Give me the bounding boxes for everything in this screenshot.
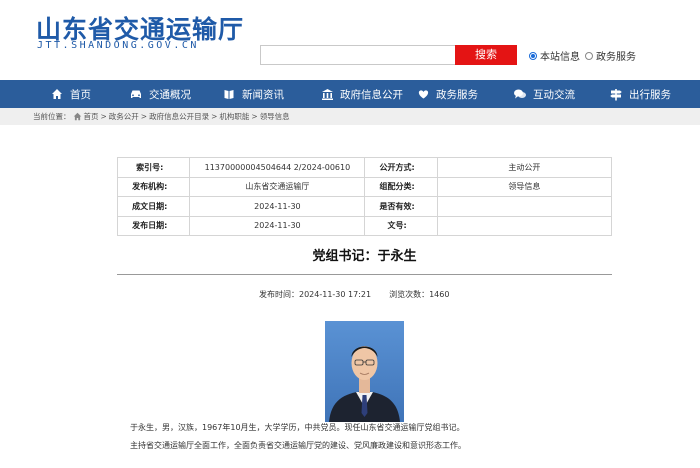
leader-portrait — [325, 321, 404, 422]
home-icon — [73, 112, 82, 121]
meta-key: 索引号: — [116, 157, 191, 178]
breadcrumb-item-home[interactable]: 首页 — [84, 111, 99, 122]
home-icon — [50, 87, 64, 101]
meta-key: 发布机构: — [116, 176, 191, 197]
nav-item-gov-services[interactable]: 政务服务 — [416, 80, 478, 108]
table-row: 发布日期: 2024-11-30 文号: — [116, 215, 613, 236]
breadcrumb-separator: > — [100, 112, 107, 121]
nav-item-label: 出行服务 — [629, 88, 671, 101]
breadcrumb-separator: > — [211, 112, 218, 121]
signpost-icon — [609, 87, 623, 101]
meta-key: 成文日期: — [116, 196, 191, 217]
portrait-illustration — [325, 321, 404, 422]
document-meta-table: 索引号: 11370000004504644 2/2024-00610 公开方式… — [116, 157, 613, 236]
meta-key: 公开方式: — [364, 157, 438, 178]
table-row: 索引号: 11370000004504644 2/2024-00610 公开方式… — [116, 157, 613, 178]
nav-item-interaction[interactable]: 互动交流 — [513, 80, 575, 108]
main-nav: 首页 交通概况 新闻资讯 政府信息公开 政务服务 互动交流 出行服务 — [0, 80, 700, 108]
nav-item-travel[interactable]: 出行服务 — [609, 80, 671, 108]
scope-option-label: 本站信息 — [540, 52, 580, 63]
nav-item-label: 新闻资讯 — [242, 88, 284, 101]
breadcrumb-item-info-catalog[interactable]: 政府信息公开目录 — [149, 111, 209, 122]
title-divider — [117, 274, 612, 275]
breadcrumb-item-gov-affairs[interactable]: 政务公开 — [109, 111, 139, 122]
scope-option-site[interactable]: 本站信息 — [529, 48, 580, 63]
meta-value — [436, 196, 613, 217]
meta-key: 文号: — [364, 215, 438, 236]
car-icon — [129, 87, 143, 101]
nav-item-transport-overview[interactable]: 交通概况 — [129, 80, 191, 108]
news-icon — [222, 87, 236, 101]
meta-value: 2024-11-30 — [189, 215, 366, 236]
nav-item-gov-info[interactable]: 政府信息公开 — [320, 80, 403, 108]
radio-selected-icon[interactable] — [529, 51, 537, 60]
meta-key: 发布日期: — [116, 215, 191, 236]
breadcrumb-item-leaders[interactable]: 领导信息 — [260, 111, 290, 122]
table-row: 成文日期: 2024-11-30 是否有效: — [116, 196, 613, 217]
view-count-value: 1460 — [429, 290, 450, 299]
site-logo-domain: JTT.SHANDONG.GOV.CN — [37, 40, 199, 51]
breadcrumb: 当前位置： 首页 > 政务公开 > 政府信息公开目录 > 机构职能 > 领导信息 — [0, 108, 700, 125]
breadcrumb-separator: > — [140, 112, 148, 121]
table-row: 发布机构: 山东省交通运输厅 组配分类: 领导信息 — [116, 176, 613, 197]
bio-paragraph: 于永生，男，汉族，1967年10月生，大学学历，中共党员。现任山东省交通运输厅党… — [130, 423, 465, 432]
breadcrumb-item-functions[interactable]: 机构职能 — [219, 111, 249, 122]
bio-paragraph: 主持省交通运输厅全面工作，全面负责省交通运输厅党的建设、党风廉政建设和意识形态工… — [130, 441, 466, 450]
search-input[interactable] — [260, 45, 456, 65]
breadcrumb-prefix: 当前位置： — [33, 112, 71, 121]
building-icon — [320, 87, 334, 101]
search-button[interactable]: 搜索 — [455, 45, 517, 65]
nav-item-home[interactable]: 首页 — [50, 80, 91, 108]
meta-value: 主动公开 — [436, 157, 613, 178]
article-title: 党组书记：于永生 — [312, 249, 417, 264]
nav-item-label: 政府信息公开 — [340, 88, 403, 101]
publish-time: 发布时间：2024-11-30 17:21 — [259, 290, 372, 299]
chat-icon — [513, 87, 527, 101]
meta-value: 11370000004504644 2/2024-00610 — [189, 157, 366, 178]
nav-item-label: 政务服务 — [436, 88, 478, 101]
scope-option-label: 政务服务 — [596, 52, 636, 63]
nav-item-label: 首页 — [70, 88, 91, 101]
nav-item-label: 互动交流 — [533, 88, 575, 101]
breadcrumb-separator: > — [251, 112, 258, 121]
publish-info: 发布时间：2024-11-30 17:21 浏览次数：1460 — [259, 289, 449, 300]
radio-unselected-icon[interactable] — [585, 51, 593, 60]
scope-option-services[interactable]: 政务服务 — [585, 48, 636, 63]
meta-value: 领导信息 — [436, 176, 613, 197]
nav-item-news[interactable]: 新闻资讯 — [222, 80, 284, 108]
meta-value: 2024-11-30 — [189, 196, 366, 217]
meta-key: 是否有效: — [364, 196, 438, 217]
heart-hand-icon — [416, 87, 430, 101]
meta-value — [436, 215, 613, 236]
site-header: 山东省交通运输厅 JTT.SHANDONG.GOV.CN 搜索 本站信息 政务服… — [0, 0, 700, 80]
meta-value: 山东省交通运输厅 — [189, 176, 366, 197]
view-count: 浏览次数：1460 — [389, 289, 449, 300]
nav-item-label: 交通概况 — [149, 88, 191, 101]
view-count-label: 浏览次数： — [389, 290, 430, 299]
meta-key: 组配分类: — [364, 176, 438, 197]
